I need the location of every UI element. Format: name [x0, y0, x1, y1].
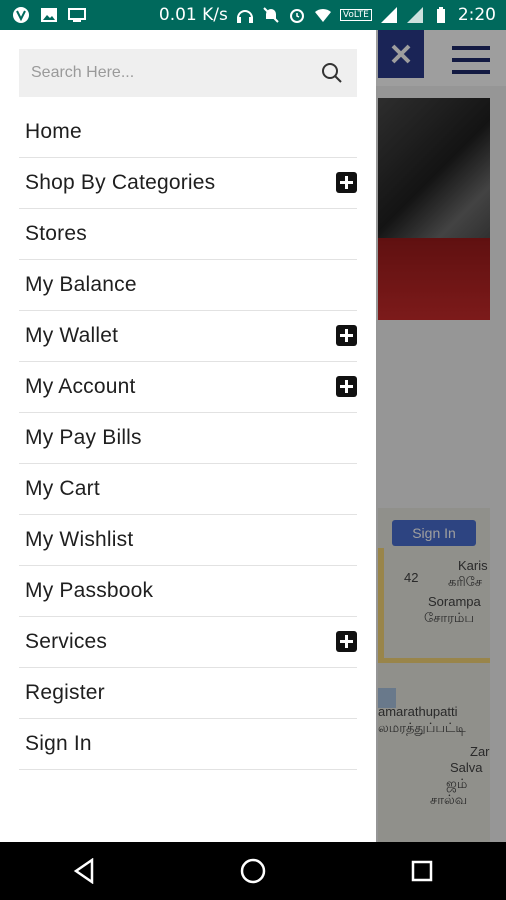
- battery-icon: [436, 7, 445, 23]
- status-bar: 0.01 K/s VoLTE 2:20: [0, 0, 506, 30]
- volte-badge: VoLTE: [339, 9, 372, 21]
- headphones-icon: [236, 10, 253, 23]
- menu-item-my-wallet[interactable]: My Wallet: [19, 311, 357, 362]
- wifi-icon: [314, 8, 331, 22]
- menu-item-label: Home: [25, 120, 82, 143]
- menu-item-label: My Cart: [25, 477, 100, 500]
- muted-bell-icon: [263, 7, 279, 23]
- back-button[interactable]: [54, 849, 114, 893]
- search-bar: [19, 49, 357, 97]
- alarm-icon: [289, 9, 304, 23]
- network-speed: 0.01 K/s: [158, 5, 228, 25]
- clock: 2:20: [457, 5, 496, 25]
- menu-item-label: Register: [25, 681, 105, 704]
- menu-item-my-pay-bills[interactable]: My Pay Bills: [19, 413, 357, 464]
- menu-item-shop-by-categories[interactable]: Shop By Categories: [19, 158, 357, 209]
- system-navigation-bar: [0, 842, 506, 900]
- image-icon: [41, 8, 57, 22]
- menu-item-label: Shop By Categories: [25, 171, 216, 194]
- plus-icon[interactable]: [336, 172, 357, 193]
- menu-item-label: Stores: [25, 222, 87, 245]
- menu-item-my-passbook[interactable]: My Passbook: [19, 566, 357, 617]
- menu-item-label: My Wishlist: [25, 528, 134, 551]
- menu-item-label: My Account: [25, 375, 136, 398]
- menu-item-label: My Wallet: [25, 324, 119, 347]
- menu-item-label: My Pay Bills: [25, 426, 142, 449]
- menu-item-my-account[interactable]: My Account: [19, 362, 357, 413]
- navigation-drawer: Home Shop By Categories Stores My Balanc…: [0, 30, 376, 842]
- back-icon: [74, 858, 94, 884]
- menu-item-my-balance[interactable]: My Balance: [19, 260, 357, 311]
- menu-item-home[interactable]: Home: [19, 107, 357, 158]
- recents-square-icon: [411, 860, 432, 882]
- recents-button[interactable]: [392, 849, 452, 893]
- menu-item-sign-in[interactable]: Sign In: [19, 719, 357, 770]
- search-icon[interactable]: [321, 62, 343, 84]
- plus-icon[interactable]: [336, 631, 357, 652]
- menu-item-label: Sign In: [25, 732, 92, 755]
- menu-item-my-wishlist[interactable]: My Wishlist: [19, 515, 357, 566]
- search-input[interactable]: [19, 63, 313, 83]
- home-circle-icon: [240, 858, 266, 884]
- menu-item-my-cart[interactable]: My Cart: [19, 464, 357, 515]
- signal-icon-2: [406, 7, 423, 23]
- menu-item-label: Services: [25, 630, 108, 653]
- menu-item-services[interactable]: Services: [19, 617, 357, 668]
- home-button[interactable]: [223, 849, 283, 893]
- plus-icon[interactable]: [336, 376, 357, 397]
- menu-item-label: My Passbook: [25, 579, 154, 602]
- plus-icon[interactable]: [336, 325, 357, 346]
- menu-item-label: My Balance: [25, 273, 137, 296]
- vpn-icon: [13, 7, 29, 23]
- screen-cast-icon: [68, 8, 86, 22]
- signal-icon: [380, 7, 397, 23]
- menu-list: Home Shop By Categories Stores My Balanc…: [19, 107, 357, 770]
- menu-item-register[interactable]: Register: [19, 668, 357, 719]
- menu-item-stores[interactable]: Stores: [19, 209, 357, 260]
